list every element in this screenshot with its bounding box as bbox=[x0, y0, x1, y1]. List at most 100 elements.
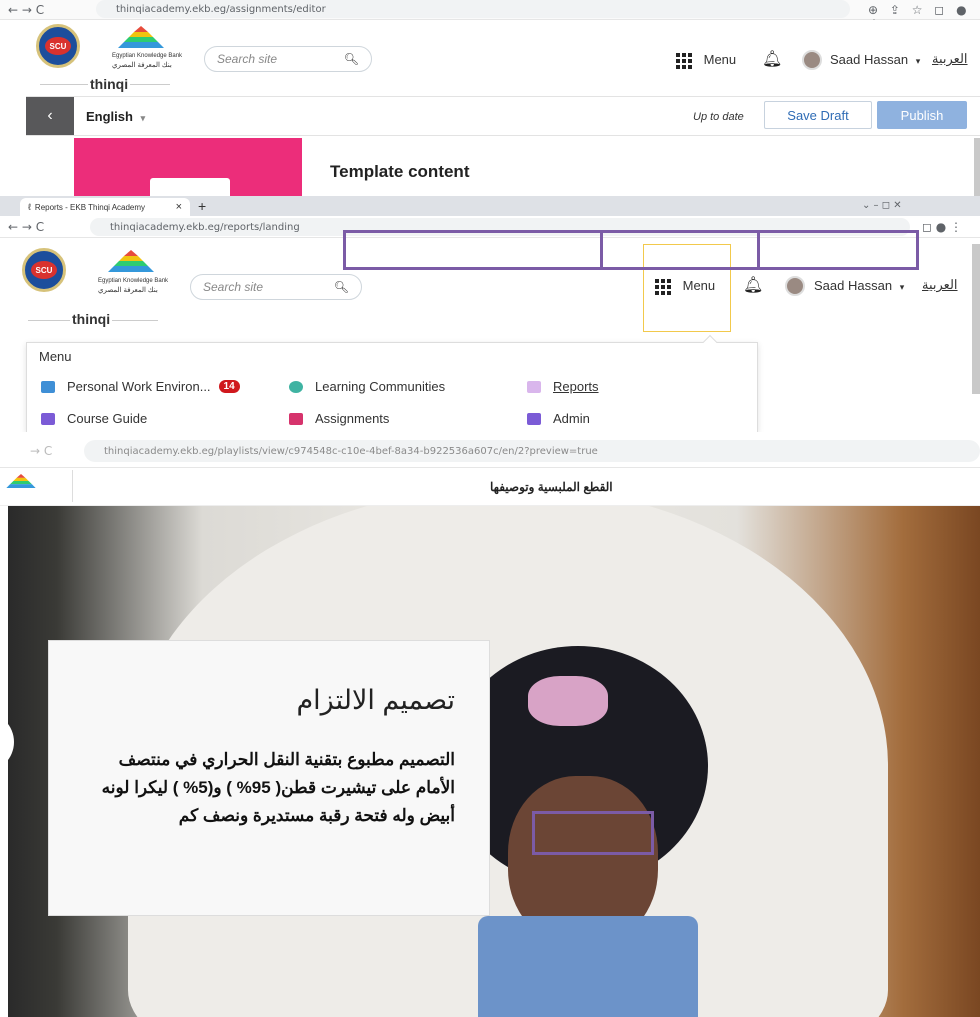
address-bar[interactable]: thinqiacademy.ekb.eg/playlists/view/c974… bbox=[84, 440, 980, 462]
annotation-box-1 bbox=[343, 230, 603, 270]
scu-logo-text: SCU bbox=[31, 261, 57, 279]
search-icon[interactable]: 🔍︎ bbox=[344, 52, 359, 66]
scu-logo-text: SCU bbox=[45, 37, 71, 55]
ekb-name-en: Egyptian Knowledge Bank bbox=[112, 53, 183, 59]
list-icon bbox=[41, 380, 55, 393]
chevron-left-icon: ‹ bbox=[47, 107, 53, 124]
screenshot-editor: ← → C thinqiacademy.ekb.eg/assignments/e… bbox=[0, 0, 980, 196]
search-input[interactable]: Search site 🔍︎ bbox=[204, 46, 372, 72]
user-menu[interactable]: Saad Hassan ▾ bbox=[830, 52, 920, 67]
user-avatar[interactable] bbox=[785, 276, 805, 296]
user-name: Saad Hassan bbox=[814, 278, 893, 293]
window-controls[interactable]: ⌄ – ◻ ✕ bbox=[862, 200, 902, 211]
site-header: SCU Egyptian Knowledge Bank بنك المعرفة … bbox=[0, 20, 980, 94]
scu-logo[interactable]: SCU bbox=[36, 24, 80, 68]
url-text: thinqiacademy.ekb.eg/reports/landing bbox=[110, 221, 300, 233]
page-scrollbar[interactable] bbox=[972, 244, 980, 394]
menu-item-label: Personal Work Environ... bbox=[67, 379, 211, 394]
editor-toolbar: ‹ English ▾ Up to date Save Draft Publis… bbox=[26, 96, 980, 136]
language-selector[interactable]: English ▾ bbox=[86, 109, 145, 124]
user-menu[interactable]: Saad Hassan ▾ bbox=[814, 278, 904, 293]
tab-title: Reports - EKB Thinqi Academy bbox=[34, 202, 146, 212]
screenshot-reports: ℓ Reports - EKB Thinqi Academy × + ⌄ – ◻… bbox=[0, 196, 980, 432]
browser-nav-buttons[interactable]: → C bbox=[30, 444, 52, 458]
user-avatar[interactable] bbox=[802, 50, 822, 70]
new-tab-button[interactable]: + bbox=[198, 198, 206, 214]
screenshot-playlist: → C thinqiacademy.ekb.eg/playlists/view/… bbox=[0, 432, 980, 1017]
hair-bow-print bbox=[528, 676, 608, 726]
user-name: Saad Hassan bbox=[830, 52, 909, 67]
thumbnail-icon bbox=[150, 178, 230, 196]
menu-item-learning-communities[interactable]: Learning Communities bbox=[289, 379, 445, 394]
url-text: thinqiacademy.ekb.eg/assignments/editor bbox=[116, 3, 326, 15]
course-guide-icon bbox=[41, 412, 55, 425]
card-title: تصميم الالتزام bbox=[296, 685, 455, 715]
notification-badge: 14 bbox=[218, 380, 240, 393]
menu-item-label: Learning Communities bbox=[315, 379, 446, 394]
collapse-back-button[interactable]: ‹ bbox=[26, 97, 74, 135]
menu-item-label: Admin bbox=[553, 411, 590, 426]
menu-item-label: Course Guide bbox=[67, 411, 148, 426]
menu-item-label: Assignments bbox=[315, 411, 390, 426]
url-text: thinqiacademy.ekb.eg/playlists/view/c974… bbox=[104, 445, 598, 457]
search-placeholder: Search site bbox=[217, 52, 278, 66]
annotation-box-3 bbox=[757, 230, 919, 270]
editor-scrollbar[interactable] bbox=[974, 138, 980, 196]
playlist-title: القطع الملبسية وتوصيفها bbox=[490, 480, 613, 494]
grid-menu-icon bbox=[676, 52, 692, 69]
scu-logo[interactable]: SCU bbox=[22, 248, 66, 292]
search-input[interactable]: Search site 🔍︎ bbox=[190, 274, 362, 300]
menu-item-label: Reports bbox=[553, 379, 599, 394]
search-icon[interactable]: 🔍︎ bbox=[334, 280, 349, 294]
template-content-heading: Template content bbox=[330, 162, 470, 181]
assignments-icon bbox=[289, 412, 303, 425]
menu-item-personal-work-environment[interactable]: Personal Work Environ... 14 bbox=[41, 379, 240, 394]
arabic-language-link[interactable]: العربية bbox=[932, 51, 968, 67]
search-placeholder: Search site bbox=[203, 280, 264, 294]
menu-dropdown: Menu Personal Work Environ... 14 Learnin… bbox=[26, 334, 758, 432]
browser-tab[interactable]: ℓ Reports - EKB Thinqi Academy × bbox=[20, 198, 190, 216]
bell-icon[interactable]: 🔔︎ bbox=[762, 49, 782, 69]
overalls-print bbox=[478, 916, 698, 1017]
header-divider bbox=[72, 470, 73, 502]
menu-label: Menu bbox=[703, 52, 737, 67]
ekb-pyramid-icon bbox=[118, 26, 164, 48]
browser-nav-buttons[interactable]: ← → C bbox=[8, 220, 44, 234]
caption-card: تصميم الالتزام التصميم مطبوع بتقنية النق… bbox=[48, 640, 490, 916]
thinqi-logo[interactable]: thinqi bbox=[88, 76, 131, 92]
ekb-pyramid-icon bbox=[6, 474, 36, 488]
thinqi-logo[interactable]: thinqi bbox=[70, 311, 113, 327]
bell-icon[interactable]: 🔔︎ bbox=[743, 275, 763, 295]
ekb-name-ar: بنك المعرفة المصري bbox=[112, 62, 172, 69]
menu-button[interactable]: Menu bbox=[676, 52, 736, 69]
tab-strip: ℓ Reports - EKB Thinqi Academy × + ⌄ – ◻… bbox=[0, 196, 980, 216]
tab-favicon-icon: ℓ bbox=[28, 202, 31, 212]
communities-icon bbox=[289, 380, 303, 393]
annotation-box-2 bbox=[600, 230, 760, 270]
menu-item-reports[interactable]: Reports bbox=[527, 379, 599, 394]
menu-item-assignments[interactable]: Assignments bbox=[289, 411, 389, 426]
browser-nav-buttons[interactable]: ← → C bbox=[8, 3, 44, 17]
arabic-language-link[interactable]: العربية bbox=[922, 277, 958, 293]
annotation-box-4 bbox=[532, 811, 654, 855]
browser-right-icons[interactable]: ◻ ● ⋮ bbox=[922, 220, 962, 234]
dropdown-title: Menu bbox=[39, 349, 72, 364]
ekb-name-ar: بنك المعرفة المصري bbox=[98, 287, 158, 294]
admin-icon bbox=[527, 412, 541, 425]
ekb-pyramid-icon bbox=[108, 250, 154, 272]
template-thumbnail bbox=[74, 138, 302, 196]
publish-button[interactable]: Publish bbox=[877, 101, 967, 129]
reports-icon bbox=[527, 380, 541, 393]
address-bar[interactable]: thinqiacademy.ekb.eg/assignments/editor bbox=[96, 0, 850, 18]
tab-close-icon[interactable]: × bbox=[176, 201, 182, 213]
browser-toolbar: → C thinqiacademy.ekb.eg/playlists/view/… bbox=[0, 432, 980, 468]
menu-item-admin[interactable]: Admin bbox=[527, 411, 590, 426]
language-label: English bbox=[86, 109, 133, 124]
ekb-name-en: Egyptian Knowledge Bank bbox=[98, 278, 169, 284]
card-body: التصميم مطبوع بتقنية النقل الحراري في من… bbox=[101, 750, 455, 825]
caret-down-icon: ▾ bbox=[899, 282, 905, 292]
save-draft-button[interactable]: Save Draft bbox=[764, 101, 872, 129]
browser-toolbar: ← → C thinqiacademy.ekb.eg/assignments/e… bbox=[0, 0, 980, 31]
caret-down-icon: ▾ bbox=[140, 113, 146, 123]
menu-item-course-guide[interactable]: Course Guide bbox=[41, 411, 147, 426]
